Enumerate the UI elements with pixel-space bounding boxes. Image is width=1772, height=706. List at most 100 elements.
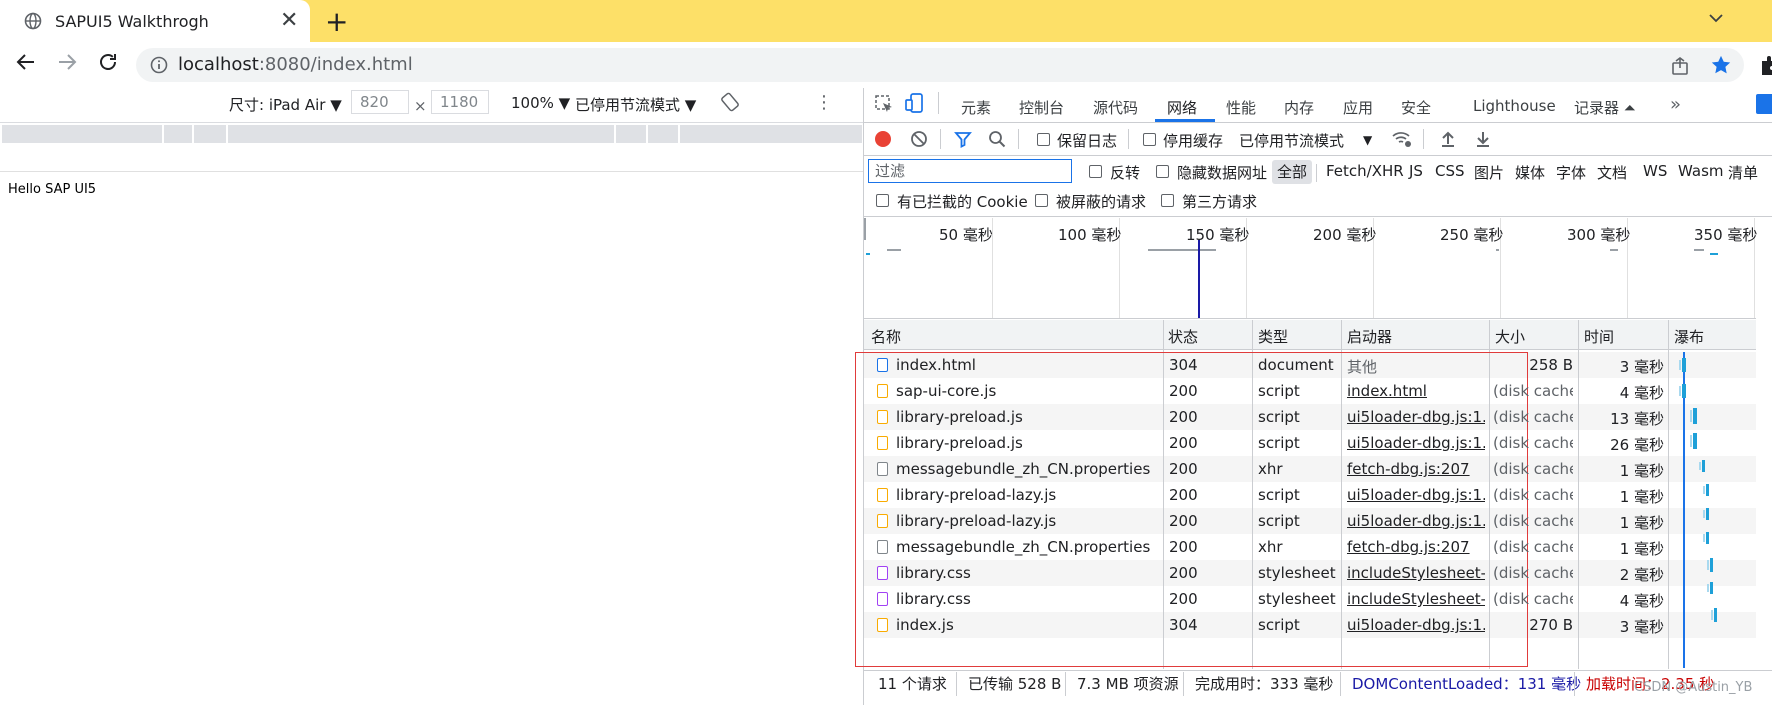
request-initiator[interactable]: ui5loader-dbg.js:1... — [1347, 408, 1485, 426]
column-separator — [1578, 320, 1579, 669]
filter-type-media[interactable]: 媒体 — [1515, 162, 1545, 183]
media-query-segment[interactable] — [194, 125, 226, 143]
filter-type-wasm[interactable]: Wasm — [1678, 162, 1724, 180]
tab-performance[interactable]: 性能 — [1226, 97, 1256, 118]
tab-elements[interactable]: 元素 — [961, 97, 991, 118]
close-tab-icon[interactable]: ✕ — [280, 8, 298, 33]
request-size: (disk cache) — [1493, 564, 1573, 582]
media-query-segment[interactable] — [2, 125, 162, 143]
network-conditions-icon[interactable] — [1392, 130, 1412, 148]
request-name: index.html — [896, 356, 976, 374]
column-size[interactable]: 大小 — [1495, 326, 1525, 347]
url-text: localhost:8080/index.html — [178, 54, 413, 75]
tab-sources[interactable]: 源代码 — [1093, 97, 1138, 118]
device-select[interactable]: 尺寸: iPad Air ▼ — [229, 94, 342, 115]
filter-type-css[interactable]: CSS — [1435, 162, 1465, 180]
record-icon[interactable] — [875, 131, 891, 147]
request-initiator[interactable]: includeStylesheet-... — [1347, 564, 1485, 582]
filter-type-all[interactable]: 全部 — [1272, 160, 1312, 184]
media-query-segment[interactable] — [680, 125, 862, 143]
request-initiator[interactable]: includeStylesheet-... — [1347, 590, 1485, 608]
more-tabs-icon[interactable]: » — [1670, 94, 1681, 115]
column-time[interactable]: 时间 — [1584, 326, 1614, 347]
rotate-icon[interactable] — [720, 92, 740, 112]
file-icon — [877, 540, 888, 554]
device-toggle-icon[interactable] — [904, 92, 926, 114]
request-initiator[interactable]: ui5loader-dbg.js:1... — [1347, 486, 1485, 504]
height-input[interactable]: 1180 — [431, 90, 489, 114]
preserve-log-checkbox[interactable] — [1037, 133, 1050, 146]
network-throttle-select[interactable]: 已停用节流模式 — [1239, 130, 1344, 151]
third-party-checkbox[interactable] — [1161, 194, 1174, 207]
issues-icon[interactable] — [1756, 94, 1772, 114]
media-query-segment[interactable] — [164, 125, 192, 143]
bookmark-star-icon[interactable] — [1710, 54, 1732, 76]
disable-cache-checkbox[interactable] — [1143, 133, 1156, 146]
request-initiator[interactable]: ui5loader-dbg.js:1... — [1347, 512, 1485, 530]
invert-checkbox[interactable] — [1089, 165, 1102, 178]
media-query-segment[interactable] — [648, 125, 678, 143]
extensions-icon[interactable] — [1760, 55, 1772, 75]
filter-input[interactable]: 过滤 — [868, 159, 1072, 183]
media-query-bar[interactable] — [0, 123, 863, 145]
document-file-icon — [877, 358, 888, 372]
column-name[interactable]: 名称 — [871, 326, 901, 347]
filter-type-js[interactable]: JS — [1409, 162, 1423, 180]
import-har-icon[interactable] — [1440, 130, 1456, 148]
filter-type-fetch-xhr[interactable]: Fetch/XHR — [1326, 162, 1404, 180]
tab-application[interactable]: 应用 — [1343, 97, 1373, 118]
hide-data-urls-checkbox[interactable] — [1156, 165, 1169, 178]
throttle-select[interactable]: 已停用节流模式 ▼ — [575, 94, 696, 115]
chevron-down-icon[interactable] — [1708, 10, 1724, 26]
request-initiator[interactable]: fetch-dbg.js:207 — [1347, 460, 1485, 478]
share-icon[interactable] — [1670, 56, 1690, 76]
request-initiator[interactable]: ui5loader-dbg.js:1... — [1347, 616, 1485, 634]
inspect-element-icon[interactable] — [874, 94, 894, 114]
request-initiator[interactable]: index.html — [1347, 382, 1485, 400]
export-har-icon[interactable] — [1475, 130, 1491, 148]
blocked-cookies-checkbox[interactable] — [876, 194, 889, 207]
separator — [940, 129, 941, 149]
filter-type-font[interactable]: 字体 — [1556, 162, 1586, 183]
filter-icon[interactable] — [954, 130, 972, 148]
request-name: library-preload-lazy.js — [896, 512, 1057, 530]
request-size: (disk cache) — [1493, 408, 1573, 426]
request-type: script — [1258, 382, 1300, 400]
reload-icon[interactable] — [96, 50, 120, 74]
filter-type-img[interactable]: 图片 — [1474, 162, 1504, 183]
column-status[interactable]: 状态 — [1168, 326, 1198, 347]
request-status: 200 — [1169, 590, 1198, 608]
throttle-arrow[interactable]: ▼ — [1363, 133, 1372, 147]
new-tab-icon[interactable]: + — [325, 5, 348, 38]
forward-arrow-icon[interactable] — [55, 50, 79, 74]
filter-type-manifest[interactable]: 清单 — [1728, 162, 1758, 183]
column-waterfall[interactable]: 瀑布 — [1674, 326, 1704, 347]
tab-console[interactable]: 控制台 — [1019, 97, 1064, 118]
request-initiator[interactable]: fetch-dbg.js:207 — [1347, 538, 1485, 556]
request-initiator[interactable]: ui5loader-dbg.js:1... — [1347, 434, 1485, 452]
filter-type-ws[interactable]: WS — [1643, 162, 1667, 180]
column-initiator[interactable]: 启动器 — [1347, 326, 1392, 347]
blocked-requests-checkbox[interactable] — [1035, 194, 1048, 207]
column-type[interactable]: 类型 — [1258, 326, 1288, 347]
clear-icon[interactable] — [910, 130, 928, 148]
back-arrow-icon[interactable] — [14, 50, 38, 74]
tab-security[interactable]: 安全 — [1401, 97, 1431, 118]
zoom-select[interactable]: 100% ▼ — [511, 94, 570, 112]
search-icon[interactable] — [988, 130, 1006, 148]
width-input[interactable]: 820 — [351, 90, 409, 114]
third-party-label: 第三方请求 — [1182, 193, 1258, 211]
info-icon[interactable] — [150, 56, 168, 74]
tab-memory[interactable]: 内存 — [1284, 97, 1314, 118]
overview-start-marker — [864, 218, 866, 240]
tab-lighthouse[interactable]: Lighthouse — [1473, 97, 1556, 115]
media-query-segment[interactable] — [228, 125, 614, 143]
overview-tick-label: 300 毫秒 — [1567, 226, 1631, 244]
watermark: CSDN @Austin_YB — [1634, 680, 1753, 695]
overview-bar — [1710, 253, 1718, 255]
more-options-icon[interactable]: ⋮ — [815, 92, 833, 113]
tab-network[interactable]: 网络 — [1167, 97, 1197, 118]
filter-type-doc[interactable]: 文档 — [1597, 162, 1627, 183]
media-query-segment[interactable] — [616, 125, 646, 143]
tab-recorder[interactable]: 记录器 ⏶ — [1574, 97, 1636, 118]
